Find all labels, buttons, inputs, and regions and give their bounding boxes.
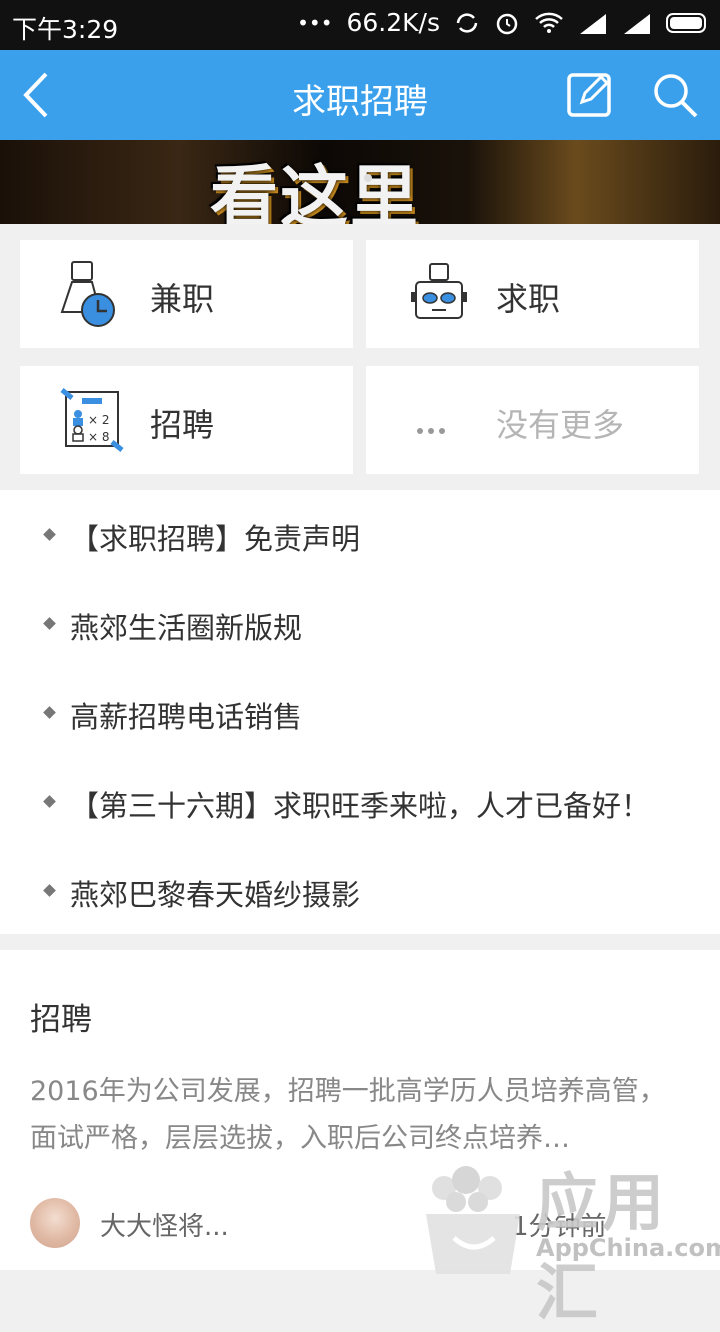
category-part-time[interactable]: 兼职 [20, 240, 353, 348]
list-item[interactable]: 【第三十六期】求职旺季来啦，人才已备好！ [0, 757, 720, 846]
category-label: 招聘 [150, 406, 215, 444]
category-grid: 兼职 求职 × 2 × 8 招聘 没有更多 [0, 224, 720, 490]
category-label: 没有更多 [496, 406, 625, 444]
list-item[interactable]: 燕郊巴黎春天婚纱摄影 [0, 846, 720, 935]
bullet-icon [43, 706, 56, 719]
network-speed: 66.2K/s [346, 8, 440, 37]
search-icon [654, 74, 698, 118]
category-no-more: 没有更多 [366, 366, 699, 474]
list-item[interactable]: 燕郊生活圈新版规 [0, 579, 720, 668]
list-item-text: 【第三十六期】求职旺季来啦，人才已备好！ [70, 789, 651, 823]
post-title: 招聘 [30, 1002, 92, 1038]
category-recruit[interactable]: × 2 × 8 招聘 [20, 366, 353, 474]
compose-button[interactable] [566, 70, 614, 118]
svg-text:× 2: × 2 [88, 413, 110, 427]
notice-list: 【求职招聘】免责声明 燕郊生活圈新版规 高薪招聘电话销售 【第三十六期】求职旺季… [0, 490, 720, 934]
bullet-icon [43, 884, 56, 897]
list-item-text: 高薪招聘电话销售 [70, 700, 303, 734]
watermark-sub: AppChina.com [536, 1234, 720, 1262]
alarm-icon [494, 10, 520, 36]
banner-text: 看这里 [210, 159, 421, 224]
banner-dot [364, 174, 372, 182]
bullet-icon [43, 795, 56, 808]
category-label: 求职 [496, 280, 561, 318]
avatar[interactable] [30, 1198, 80, 1248]
more-dots-icon [417, 428, 445, 434]
category-label: 兼职 [150, 280, 215, 318]
category-job-seeking[interactable]: 求职 [366, 240, 699, 348]
list-item[interactable]: 【求职招聘】免责声明 [0, 490, 720, 579]
bullet-icon [43, 528, 56, 541]
list-item-text: 燕郊生活圈新版规 [70, 611, 303, 645]
sync-icon [454, 10, 480, 36]
list-item-text: 【求职招聘】免责声明 [70, 522, 361, 556]
list-item[interactable]: 高薪招聘电话销售 [0, 668, 720, 757]
bullet-icon [43, 617, 56, 630]
search-button[interactable] [650, 70, 700, 120]
app-bar: 求职招聘 [0, 50, 720, 140]
post-author[interactable]: 大大怪将... [100, 1206, 229, 1243]
wifi-icon [534, 11, 564, 35]
recruit-board-icon: × 2 × 8 [60, 388, 124, 452]
signal-icon-2 [622, 12, 652, 34]
edit-icon [567, 73, 611, 117]
part-time-clock-icon [60, 261, 115, 327]
watermark: 应用汇 AppChina.com [420, 1150, 720, 1329]
status-dots: ••• [297, 10, 333, 35]
post-body: 2016年为公司发展，招聘一批高学历人员培养高管，面试严格，层层选拔，入职后公司… [30, 1076, 666, 1154]
banner[interactable]: 看这里 [0, 140, 720, 224]
list-item-text: 燕郊巴黎春天婚纱摄影 [70, 878, 361, 912]
svg-text:× 8: × 8 [88, 430, 110, 444]
job-seeker-icon [411, 263, 467, 319]
watermark-logo-icon [426, 1166, 520, 1274]
status-icons: ••• 66.2K/s [297, 8, 710, 37]
status-time: 下午3:29 [12, 15, 119, 44]
status-bar: 下午3:29 ••• 66.2K/s [0, 0, 720, 50]
battery-icon [666, 12, 710, 34]
signal-icon-1 [578, 12, 608, 34]
